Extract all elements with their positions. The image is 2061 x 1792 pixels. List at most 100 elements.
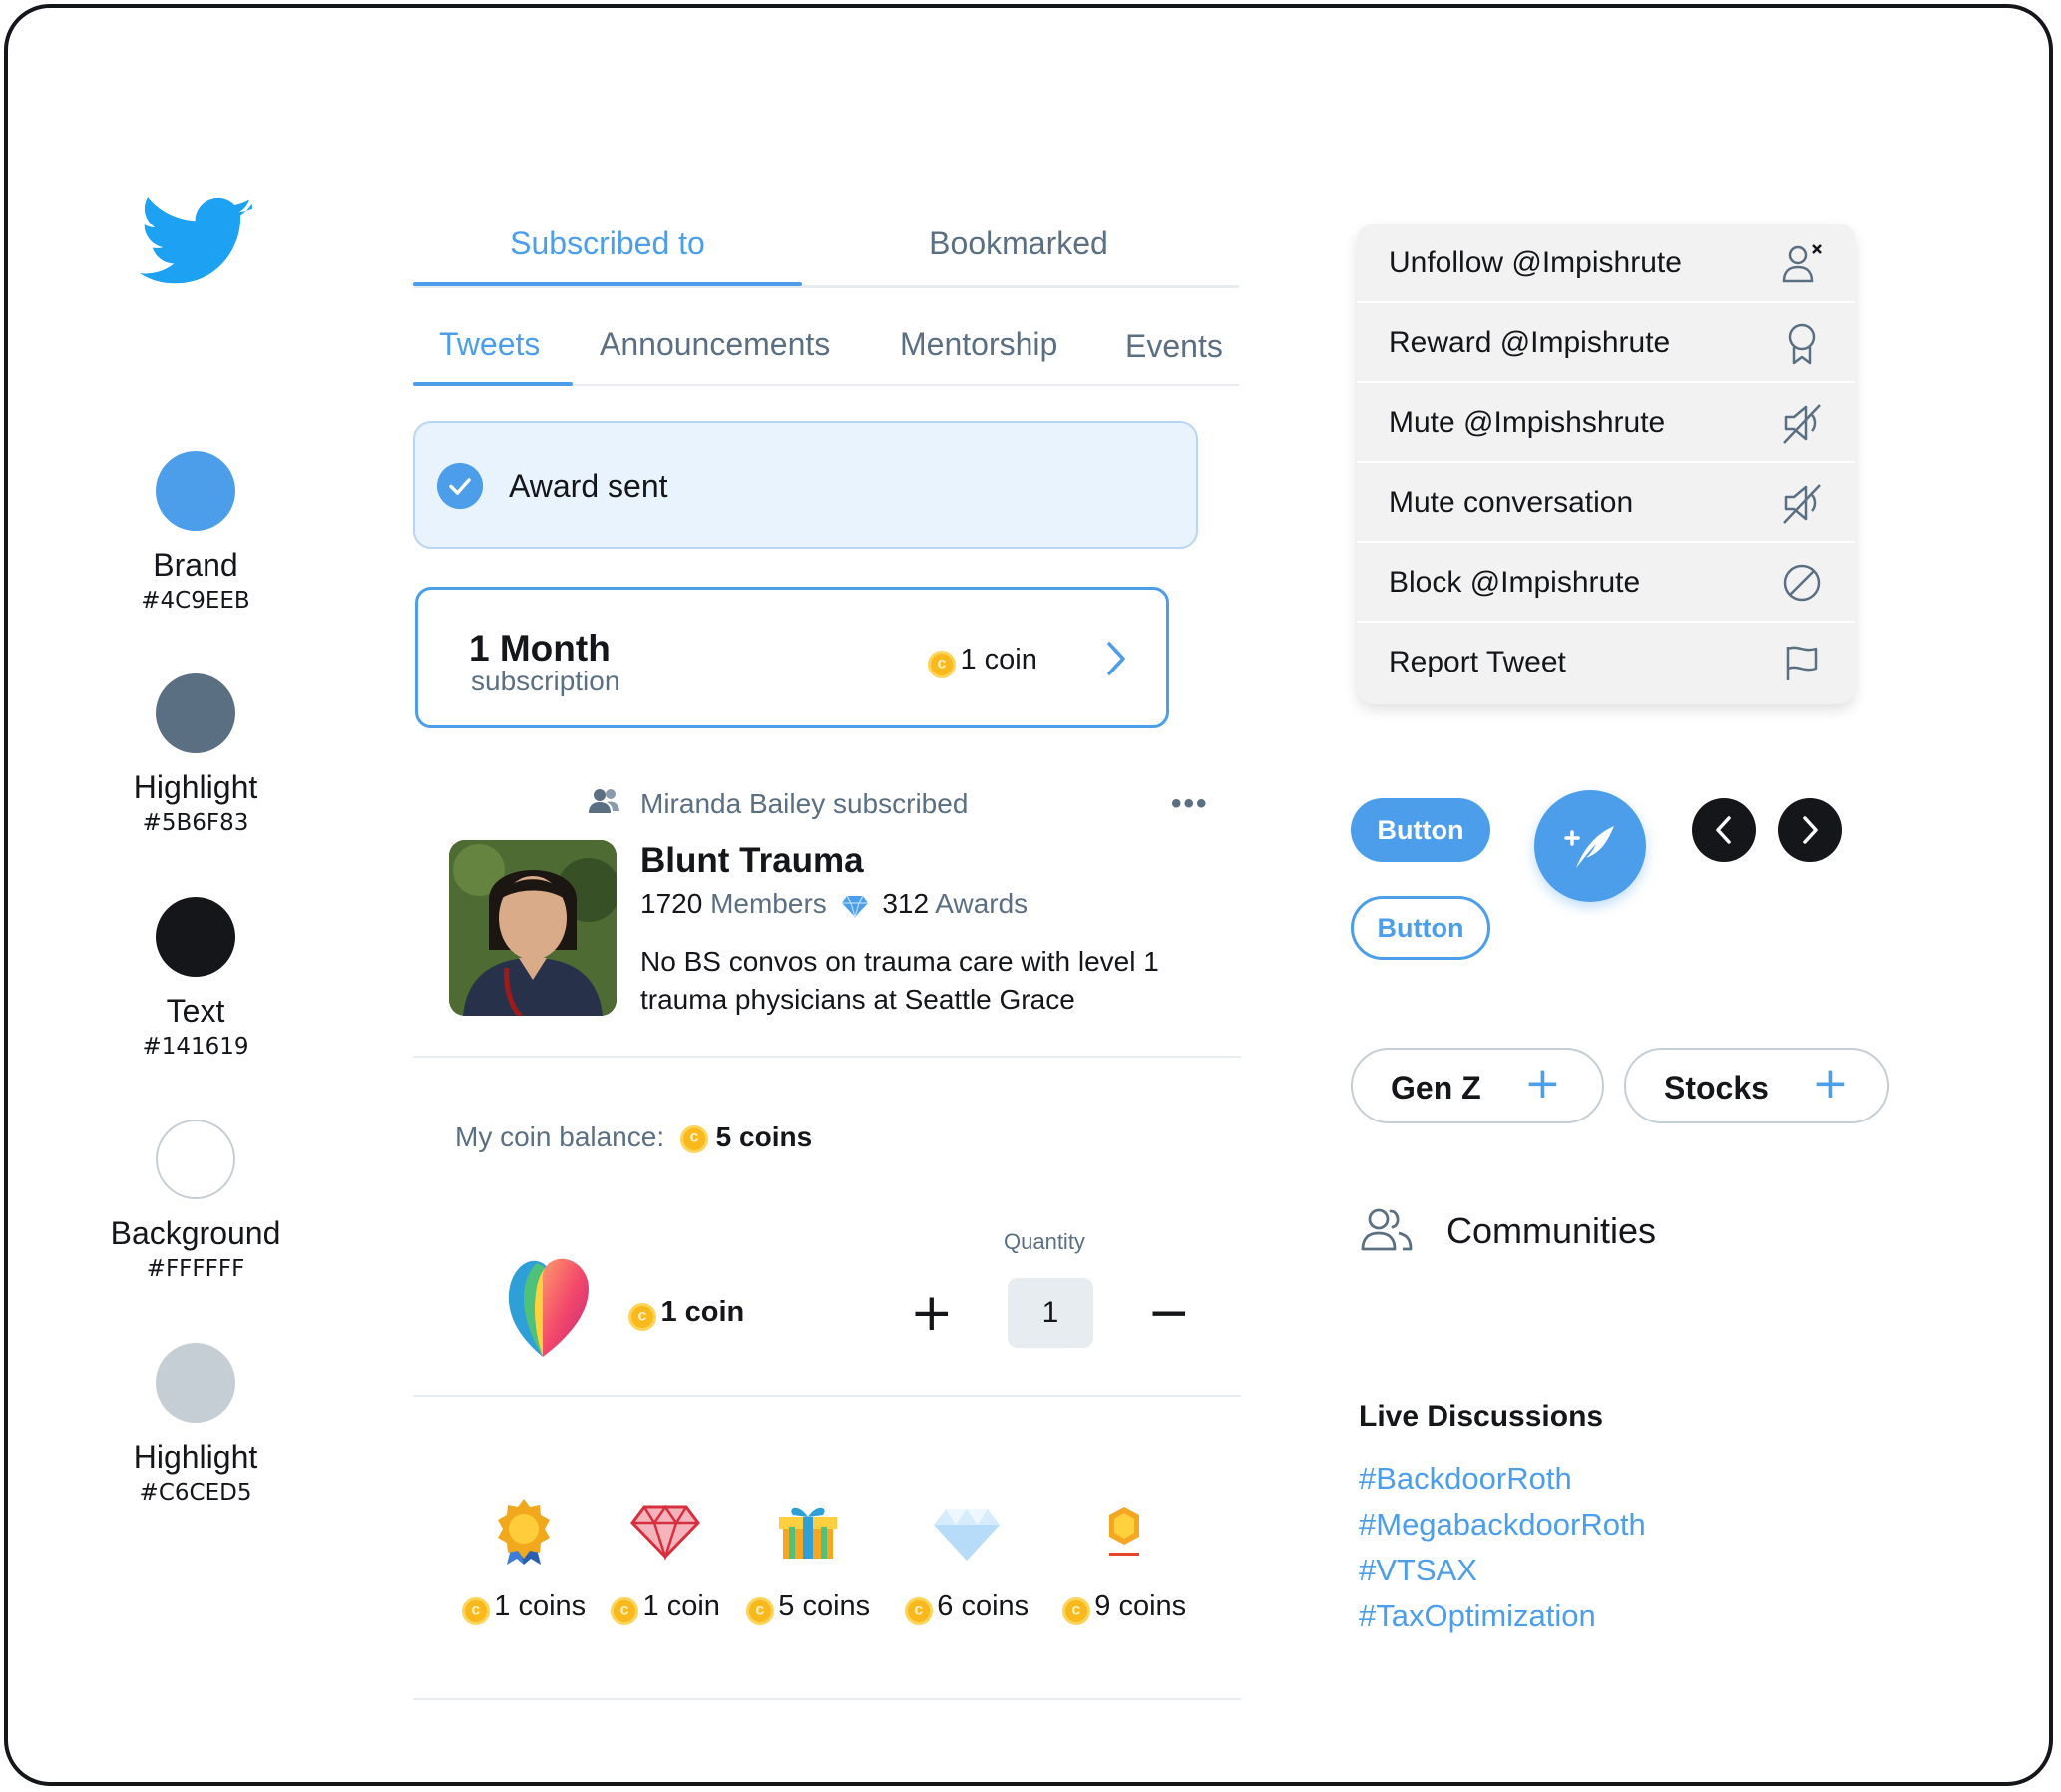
price-label: 1 coin [960,644,1037,675]
secondary-button[interactable]: Button [1351,896,1490,960]
swatch-name: Highlight [133,769,258,805]
coin-icon [679,1124,708,1153]
description-line: No BS convos on trauma care with level 1 [640,946,1159,977]
medal-icon [498,1499,550,1565]
speaker-muted-icon [1783,404,1821,444]
chevron-right-icon [1803,816,1818,844]
avatar-portrait [449,840,617,1016]
palette-highlight-light: Highlight #C6CED5 [66,1343,325,1509]
color-swatch [156,673,235,753]
palette-background: Background #FFFFFF [66,1120,325,1285]
tab-tweets[interactable]: Tweets [439,324,540,364]
menu-item-label: Report Tweet [1389,646,1566,678]
subscription-subtitle: subscription [471,666,620,696]
award-ribbon-icon [1788,323,1816,365]
menu-item-mute-user[interactable]: Mute @Impishshrute [1357,383,1855,463]
menu-item-unfollow[interactable]: Unfollow @Impishrute [1357,224,1855,303]
palette-text: Text #141619 [66,897,325,1063]
color-swatch [156,1343,235,1423]
award-gold[interactable]: 9 coins [1059,1497,1189,1625]
coin-icon [928,650,956,678]
more-options-icon[interactable]: ••• [1171,789,1209,819]
menu-item-label: Unfollow @Impishrute [1389,246,1682,279]
topic-chip-stocks[interactable]: Stocks + [1624,1048,1889,1123]
menu-item-label: Mute conversation [1389,486,1634,519]
topic-chip-gen-z[interactable]: Gen Z + [1351,1048,1604,1123]
next-button[interactable] [1778,798,1842,862]
menu-item-reward[interactable]: Reward @Impishrute [1357,303,1855,383]
swatch-hex: #5B6F83 [142,810,249,836]
coin-balance: My coin balance: 5 coins [455,1120,812,1155]
previous-button[interactable] [1692,798,1756,862]
members-count: 1720 [640,888,703,919]
diamond-icon [934,1509,1000,1561]
coin-icon [1061,1596,1090,1625]
awards-count: 312 [882,888,930,919]
compose-feather-icon [1564,826,1614,868]
check-circle-icon [437,463,483,509]
color-swatch [156,451,235,531]
chip-label: Stocks [1664,1070,1769,1106]
hashtag-link[interactable]: #MegabackdoorRoth [1359,1505,1646,1545]
communities-link[interactable]: Communities [1446,1209,1656,1253]
award-diamond[interactable]: 6 coins [902,1497,1031,1625]
balance-value: 5 coins [715,1121,813,1152]
swatch-name: Background [110,1215,281,1251]
award-medal[interactable]: 1 coins [459,1497,589,1625]
coin-icon [628,1302,656,1331]
chevron-right-icon[interactable] [1101,639,1131,678]
description-line: trauma physicians at Seattle Grace [640,984,1075,1015]
increase-quantity-button[interactable]: + [910,1287,954,1339]
award-price: 1 coin [642,1590,720,1622]
hashtag-link[interactable]: #BackdoorRoth [1359,1459,1572,1499]
plus-icon: + [1812,1058,1849,1109]
quantity-input[interactable]: 1 [1008,1278,1093,1348]
tab-bookmarked[interactable]: Bookmarked [824,224,1213,263]
subscription-price: 1 coin [928,643,1037,678]
color-swatch [156,1120,235,1199]
swatch-hex: #141619 [142,1034,249,1060]
award-ruby[interactable]: 1 coin [601,1497,730,1625]
price-label: 1 coin [660,1296,745,1328]
divider [413,1056,1241,1058]
swatch-hex: #4C9EEB [141,588,250,614]
community-description: No BS convos on trauma care with level 1… [640,943,1199,1019]
compose-tweet-button[interactable] [1534,790,1646,902]
community-stats: 1720 Members 312 Awards [640,887,1028,921]
post-meta: Miranda Bailey subscribed [640,788,969,819]
balance-label: My coin balance: [455,1121,665,1152]
item-price: 1 coin [628,1295,744,1331]
menu-item-report[interactable]: Report Tweet [1357,623,1855,702]
community-avatar[interactable] [449,840,617,1016]
menu-item-block[interactable]: Block @Impishrute [1357,543,1855,623]
community-name[interactable]: Blunt Trauma [640,840,864,882]
palette-highlight-dark: Highlight #5B6F83 [66,673,325,839]
menu-item-mute-conversation[interactable]: Mute conversation [1357,463,1855,543]
swatch-hex: #FFFFFF [146,1256,245,1282]
tab-subscribed-to[interactable]: Subscribed to [413,224,802,263]
divider [413,1698,1241,1700]
hashtag-link[interactable]: #VTSAX [1359,1551,1477,1590]
tab-announcements[interactable]: Announcements [600,324,830,364]
primary-button[interactable]: Button [1351,798,1490,862]
heart-award-icon [508,1258,589,1357]
award-gift[interactable]: 5 coins [743,1497,873,1625]
coin-icon [611,1596,639,1625]
gold-hexagon-icon [1109,1507,1139,1556]
unfollow-user-icon [1782,244,1822,283]
divider [413,1395,1241,1397]
tab-mentorship[interactable]: Mentorship [900,324,1057,364]
swatch-name: Brand [153,547,238,583]
decrease-quantity-button[interactable]: − [1147,1287,1191,1339]
menu-item-label: Mute @Impishshrute [1389,406,1666,439]
plus-icon: + [1524,1058,1561,1109]
award-price: 1 coins [494,1590,587,1622]
diamond-icon [841,895,868,919]
chevron-left-icon [1716,816,1731,844]
coin-icon [461,1596,490,1625]
people-icon[interactable] [1361,1207,1413,1253]
swatch-hex: #C6CED5 [139,1480,252,1506]
tab-events[interactable]: Events [1125,326,1223,366]
hashtag-link[interactable]: #TaxOptimization [1359,1596,1596,1636]
menu-item-label: Block @Impishrute [1389,566,1641,599]
